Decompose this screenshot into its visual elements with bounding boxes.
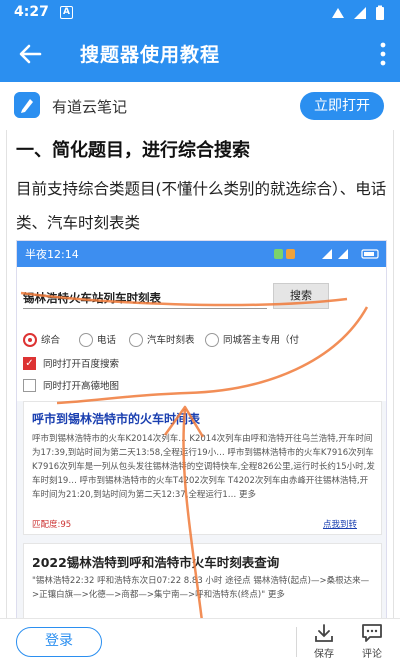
youdao-app-name: 有道云笔记 [52, 98, 128, 116]
result-body: 呼市到锡林浩特市的火车K2014次列车… K2014次列车由呼和浩特开往乌兰浩特… [32, 434, 375, 500]
youdao-banner: 有道云笔记 立即打开 [0, 82, 400, 130]
back-arrow-icon[interactable] [16, 40, 44, 68]
bottom-bar: 登录 保存 评论 [0, 618, 400, 666]
embedded-screenshot: 半夜12:14 锡林浩特火车站列车时刻表 搜索 综合 电话 汽车时刻表 同城答主… [16, 240, 387, 618]
page-title: 搜题器使用教程 [80, 44, 221, 66]
result-match-score: 匹配度:95 [32, 520, 72, 530]
screenshot-result-card: 呼市到锡林浩特市的火车时间表 呼市到锡林浩特市的火车K2014次列车… K201… [23, 401, 382, 535]
open-now-button[interactable]: 立即打开 [300, 92, 384, 120]
battery-icon [376, 7, 384, 20]
result-jump-link: 点我到转 [322, 520, 357, 530]
result-body: "锡林浩特22:32 呼和浩特东次日07:22 8.83 小时 途径点 锡林浩特… [32, 576, 370, 600]
comment-label: 评论 [362, 649, 382, 660]
status-time: 4:27 [14, 4, 49, 20]
screenshot-check-baidu: ✓ 同时打开百度搜索 [23, 357, 119, 373]
comment-icon [362, 624, 382, 642]
article-paragraph: 目前支持综合类题目(不懂什么类别的就选综合）、电话类、汽车时刻表类 [16, 180, 387, 232]
screenshot-status-time: 半夜12:14 [25, 248, 79, 261]
login-button[interactable]: 登录 [16, 627, 102, 657]
screenshot-radio-same-city: 同城答主专用（付 [205, 333, 299, 349]
radio-label: 综合 [41, 335, 61, 346]
check-label: 同时打开百度搜索 [43, 359, 120, 370]
screenshot-check-amap: 同时打开高德地图 [23, 379, 119, 395]
app-bar: 搜题器使用教程 [0, 26, 400, 82]
screenshot-radio-comprehensive: 综合 [23, 333, 60, 349]
result-title: 2022锡林浩特到呼和浩特市火车时刻表查询 [32, 555, 280, 570]
save-button[interactable]: 保存 [304, 623, 344, 665]
screenshot-radio-phone: 电话 [79, 333, 116, 349]
radio-label: 电话 [97, 335, 117, 346]
check-label: 同时打开高德地图 [43, 381, 120, 392]
screenshot-status-bar: 半夜12:14 [17, 241, 386, 267]
screenshot-query-field: 锡林浩特火车站列车时刻表 [23, 287, 267, 309]
save-label: 保存 [314, 649, 334, 660]
signal-icon [354, 7, 366, 19]
more-options-icon[interactable] [380, 42, 386, 66]
system-status-icons [332, 5, 384, 20]
notification-icon: A [60, 6, 73, 19]
result-title: 呼市到锡林浩特市的火车时间表 [32, 412, 201, 426]
article-content: 一、简化题目，进行综合搜索 目前支持综合类题目(不懂什么类别的就选综合）、电话类… [0, 130, 400, 618]
screenshot-status-icons [274, 249, 379, 259]
youdao-note-logo-icon [14, 92, 40, 118]
screenshot-options: 综合 电话 汽车时刻表 同城答主专用（付 ✓ 同时打开百度搜索 同时打开高德地图 [17, 327, 386, 401]
screenshot-search-button: 搜索 [273, 283, 329, 309]
comment-button[interactable]: 评论 [352, 623, 392, 665]
screenshot-result-card: 2022锡林浩特到呼和浩特市火车时刻表查询 "锡林浩特22:32 呼和浩特东次日… [23, 543, 382, 618]
bottom-divider [296, 627, 297, 657]
article-heading: 一、简化题目，进行综合搜索 [16, 140, 250, 161]
wifi-icon [332, 8, 344, 18]
download-icon [315, 624, 333, 642]
radio-label: 汽车时刻表 [147, 335, 195, 346]
screenshot-radio-bus-schedule: 汽车时刻表 [129, 333, 195, 349]
status-bar: 4:27 A [0, 0, 400, 26]
radio-label: 同城答主专用（付 [223, 335, 300, 346]
screenshot-search-bar: 锡林浩特火车站列车时刻表 搜索 [17, 267, 386, 327]
